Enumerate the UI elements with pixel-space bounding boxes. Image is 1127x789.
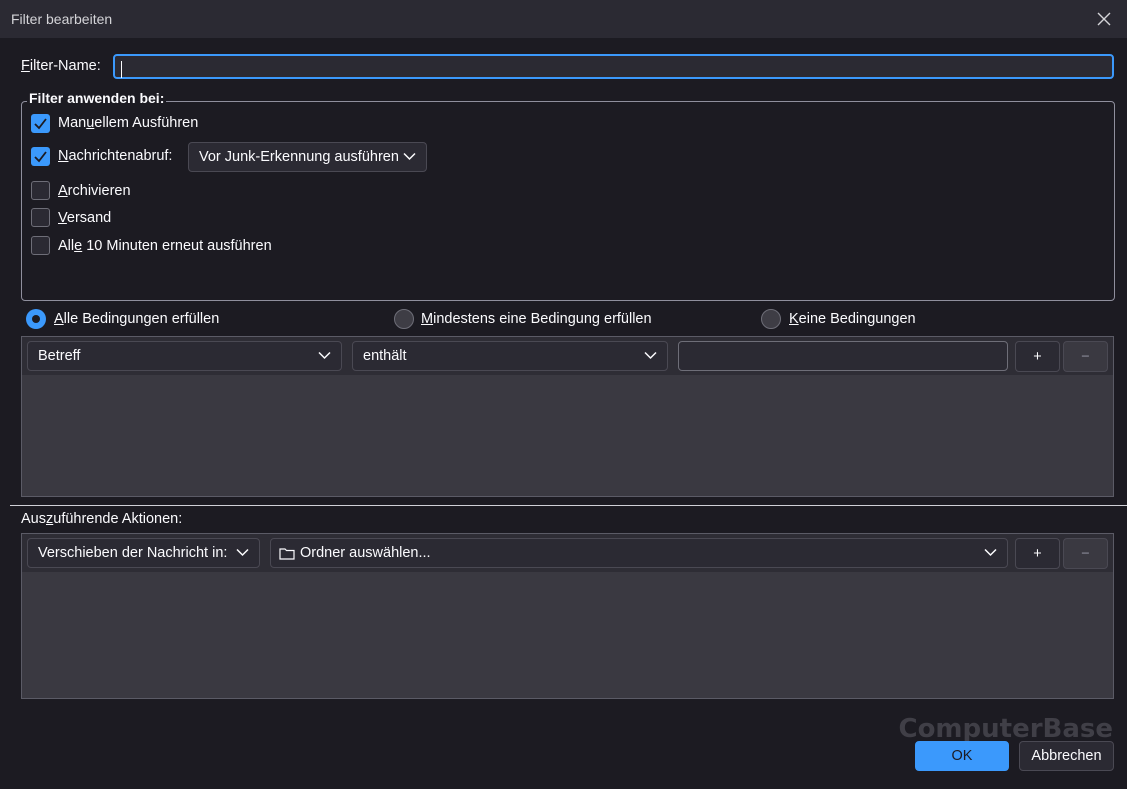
action-type-value: Verschieben der Nachricht in: <box>38 545 228 561</box>
match-any-radio[interactable] <box>394 309 414 329</box>
fetch-timing-select[interactable]: Vor Junk-Erkennung ausführen <box>188 142 427 172</box>
splitter[interactable] <box>10 505 1127 506</box>
match-all-radio[interactable] <box>26 309 46 329</box>
window-title: Filter bearbeiten <box>11 11 113 27</box>
chevron-down-icon <box>236 548 249 557</box>
chevron-down-icon <box>403 152 416 161</box>
close-icon[interactable] <box>1095 10 1113 28</box>
match-none-label[interactable]: Keine Bedingungen <box>789 311 916 327</box>
manual-label[interactable]: Manuellem Ausführen <box>58 115 198 131</box>
text-caret <box>121 61 122 78</box>
periodic-checkbox[interactable] <box>31 236 50 255</box>
match-none-radio[interactable] <box>761 309 781 329</box>
periodic-label[interactable]: Alle 10 Minuten erneut ausführen <box>58 238 272 254</box>
filter-name-input[interactable] <box>113 54 1114 79</box>
folder-icon <box>279 548 295 560</box>
match-all-label[interactable]: Alle Bedingungen erfüllen <box>54 311 219 327</box>
folder-value: Ordner auswählen... <box>300 545 431 561</box>
condition-field-select[interactable]: Betreff <box>27 341 342 371</box>
condition-value-input[interactable] <box>678 341 1008 371</box>
folder-select[interactable]: Ordner auswählen... <box>270 538 1008 568</box>
check-icon <box>34 118 47 130</box>
ok-button[interactable]: OK <box>915 741 1009 771</box>
cancel-button[interactable]: Abbrechen <box>1019 741 1114 771</box>
condition-operator-select[interactable]: enthält <box>352 341 668 371</box>
send-label[interactable]: Versand <box>58 210 111 226</box>
chevron-down-icon <box>984 548 997 557</box>
action-type-select[interactable]: Verschieben der Nachricht in: <box>27 538 260 568</box>
chevron-down-icon <box>318 351 331 360</box>
chevron-down-icon <box>644 351 657 360</box>
apply-group-box <box>21 101 1115 301</box>
send-checkbox[interactable] <box>31 208 50 227</box>
fetch-timing-value: Vor Junk-Erkennung ausführen <box>199 149 399 165</box>
condition-operator-value: enthält <box>363 348 407 364</box>
condition-field-value: Betreff <box>38 348 81 364</box>
apply-group-legend: Filter anwenden bei: <box>27 90 167 106</box>
actions-label: Auszuführende Aktionen: <box>21 511 183 527</box>
match-any-label[interactable]: Mindestens eine Bedingung erfüllen <box>421 311 652 327</box>
remove-condition-button[interactable]: − <box>1063 341 1108 372</box>
filter-name-label: Filter-Name: <box>21 58 101 74</box>
archive-label[interactable]: Archivieren <box>58 183 131 199</box>
manual-checkbox[interactable] <box>31 114 50 133</box>
title-bar: Filter bearbeiten <box>0 0 1127 38</box>
fetch-checkbox[interactable] <box>31 147 50 166</box>
add-action-button[interactable]: + <box>1015 538 1060 569</box>
add-condition-button[interactable]: + <box>1015 341 1060 372</box>
watermark-logo: ComputerBase <box>898 714 1113 744</box>
fetch-label[interactable]: Nachrichtenabruf: <box>58 148 172 164</box>
check-icon <box>34 151 47 163</box>
archive-checkbox[interactable] <box>31 181 50 200</box>
remove-action-button[interactable]: − <box>1063 538 1108 569</box>
